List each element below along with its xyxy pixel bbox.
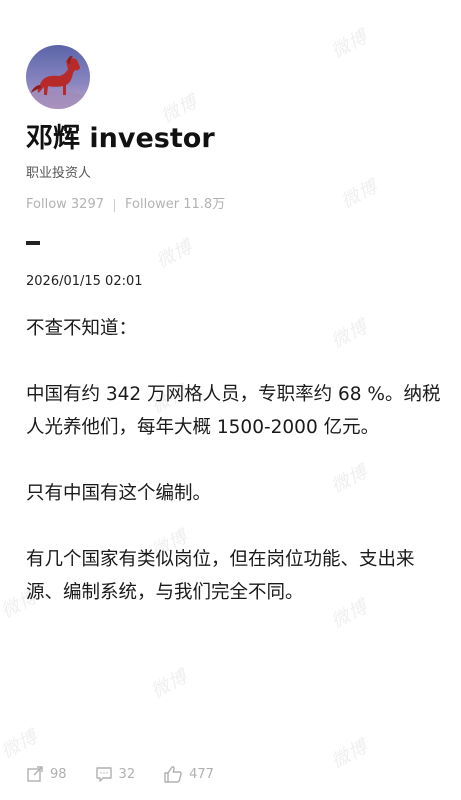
profile-stats: Follow 3297 Follower 11.8万: [26, 194, 225, 216]
profile-bio: 职业投资人: [26, 166, 92, 181]
like-button[interactable]: 477: [163, 765, 214, 783]
watermark: 微博: [327, 736, 372, 773]
repost-button[interactable]: 98: [26, 765, 67, 783]
comment-icon: [95, 767, 112, 782]
post-paragraph: 中国有约 342 万网格人员，专职率约 68 %。纳税人光养他们，每年大概 15…: [26, 384, 441, 438]
follower-count[interactable]: Follower 11.8万: [125, 194, 225, 216]
comment-button[interactable]: 32: [95, 765, 136, 783]
post-paragraph: 有几个国家有类似岗位，但在岗位功能、支出来源、编制系统，与我们完全不同。: [26, 549, 415, 603]
stats-divider: [114, 198, 115, 212]
avatar[interactable]: [26, 45, 90, 109]
section-divider-dash: [26, 241, 40, 245]
comment-count: 32: [118, 766, 136, 782]
follow-count[interactable]: Follow 3297: [26, 194, 104, 216]
weibo-post-page: 微博 微博 微博 微博 微博 微博 微博 微博 微博 微博 微博 微博 微博 邓…: [0, 0, 461, 800]
post-paragraph: 只有中国有这个编制。: [26, 483, 212, 504]
watermark: 微博: [337, 176, 382, 213]
repost-icon: [27, 766, 43, 782]
watermark: 微博: [0, 726, 42, 763]
horse-avatar-icon: [26, 45, 90, 109]
like-icon: [164, 766, 182, 783]
watermark: 微博: [152, 236, 197, 273]
watermark: 微博: [147, 666, 192, 703]
watermark: 微博: [327, 26, 372, 63]
profile-name[interactable]: 邓辉 investor: [26, 121, 215, 157]
post-actions: 98 32 477: [26, 765, 242, 783]
post-content: 不查不知道： 中国有约 342 万网格人员，专职率约 68 %。纳税人光养他们，…: [26, 312, 441, 609]
post-paragraph: 不查不知道：: [26, 318, 138, 339]
repost-count: 98: [50, 766, 67, 782]
like-count: 477: [189, 766, 214, 782]
post-timestamp: 2026/01/15 02:01: [26, 274, 143, 289]
